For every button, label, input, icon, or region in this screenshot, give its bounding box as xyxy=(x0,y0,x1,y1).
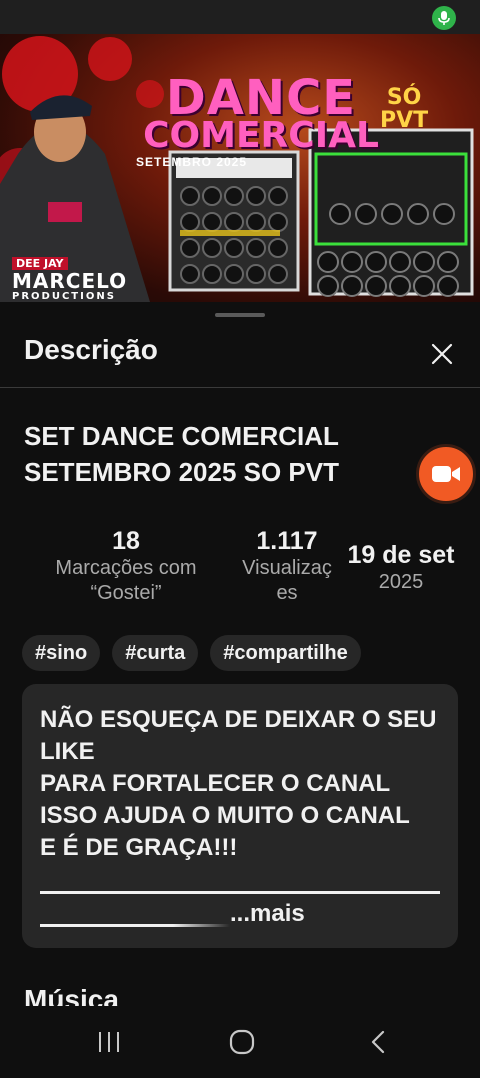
header-divider xyxy=(0,387,480,388)
publish-date: 19 de set xyxy=(347,541,455,569)
views-stat: 1.117 Visualizaç es xyxy=(222,526,352,606)
likes-count: 18 xyxy=(112,527,140,555)
close-button[interactable] xyxy=(420,332,464,376)
home-button[interactable] xyxy=(220,1022,264,1062)
recent-apps-button[interactable] xyxy=(87,1022,131,1062)
description-line: LIKE xyxy=(40,738,95,765)
thumbnail-title-line2: COMERCIAL xyxy=(143,115,379,156)
description-rule xyxy=(40,891,440,894)
thumbnail-badge-line1: SÓ xyxy=(386,85,422,110)
music-section-heading: Música xyxy=(24,984,119,1008)
description-line: PARA FORTALECER O CANAL xyxy=(40,770,391,797)
description-line: E É DE GRAÇA!!! xyxy=(40,834,238,861)
thumbnail-brand-logo: DEE JAY MARCELO PRODUCTIONS xyxy=(12,252,127,302)
description-rule-faded xyxy=(40,924,230,927)
thumbnail-badge: SÓ PVT xyxy=(380,86,428,132)
views-label-line2: es xyxy=(276,582,298,604)
record-button[interactable] xyxy=(416,444,476,504)
description-card[interactable]: NÃO ESQUEÇA DE DEIXAR O SEU LIKE PARA FO… xyxy=(22,684,458,948)
sheet-drag-handle[interactable] xyxy=(215,313,265,317)
hashtag-chip[interactable]: #sino xyxy=(22,635,101,671)
thumbnail-badge-line2: PVT xyxy=(380,108,429,134)
recent-apps-icon xyxy=(99,1032,119,1052)
status-bar xyxy=(0,0,480,34)
publish-year: 2025 xyxy=(378,571,424,593)
brand-sub: PRODUCTIONS xyxy=(12,291,116,302)
views-label-line1: Visualizaç xyxy=(242,557,332,579)
video-camera-icon xyxy=(432,466,460,482)
microphone-icon xyxy=(432,6,456,30)
views-count: 1.117 xyxy=(256,527,318,555)
hashtag-list: #sino #curta #compartilhe xyxy=(22,635,361,671)
video-thumbnail[interactable]: DANCE COMERCIAL SETEMBRO 2025 SÓ PVT DEE… xyxy=(0,34,480,302)
video-title: SET DANCE COMERCIAL SETEMBRO 2025 SO PVT xyxy=(24,421,339,487)
brand-name: MARCELO xyxy=(12,269,128,293)
likes-stat: 18 Marcações com “Gostei” xyxy=(38,526,214,606)
system-navigation-bar xyxy=(0,1006,480,1078)
show-more-link[interactable]: ...mais xyxy=(230,900,305,928)
description-line: ISSO AJUDA O MUITO O CANAL xyxy=(40,802,410,829)
back-button[interactable] xyxy=(356,1022,400,1062)
hashtag-chip[interactable]: #compartilhe xyxy=(210,635,361,671)
description-line: NÃO ESQUEÇA DE DEIXAR O SEU xyxy=(40,706,437,733)
likes-label-line2: “Gostei” xyxy=(90,582,162,604)
likes-label-line1: Marcações com xyxy=(55,557,197,579)
thumbnail-title: DANCE COMERCIAL xyxy=(136,74,386,154)
close-icon xyxy=(431,343,453,365)
back-icon xyxy=(371,1030,385,1054)
hashtag-chip[interactable]: #curta xyxy=(112,635,199,671)
sheet-title: Descrição xyxy=(24,334,158,365)
home-icon xyxy=(229,1029,255,1055)
thumbnail-date: SETEMBRO 2025 xyxy=(136,155,248,169)
publish-date-stat: 19 de set 2025 xyxy=(338,540,464,595)
